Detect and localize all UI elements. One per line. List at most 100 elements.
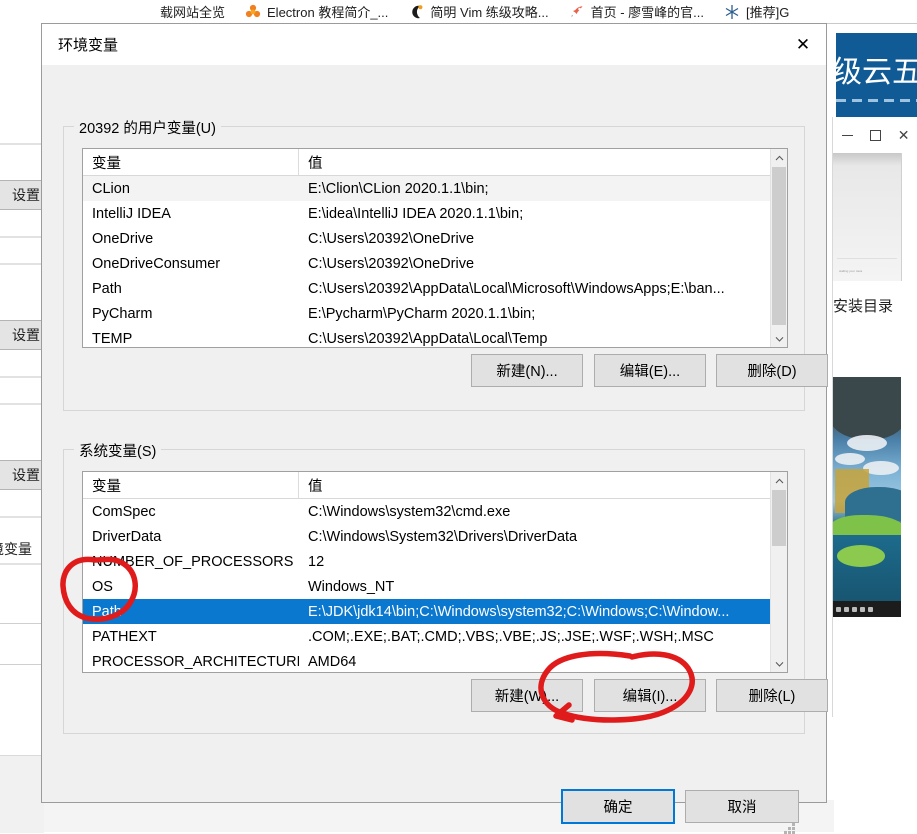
table-row[interactable]: DriverData C:\Windows\System32\Drivers\D… [83,524,787,549]
cell-variable: PyCharm [92,305,153,322]
promo-banner[interactable]: 级云五折 [836,33,917,117]
bg-settings-button-1[interactable]: 设置 [0,180,44,210]
button-label: 新建(N)... [496,364,558,380]
maximize-icon[interactable] [869,129,881,141]
column-header-variable[interactable]: 变量 [83,472,299,498]
cell-value: E:\JDK\jdk14\bin;C:\Windows\system32;C:\… [308,603,730,620]
scrollbar-thumb[interactable] [772,167,786,325]
system-variables-table[interactable]: 变量 值 ComSpec C:\Windows\system32\cmd.exe… [82,471,788,673]
bookmark-item-2[interactable]: 简明 Vim 练级攻略... [398,2,558,21]
toolbar-dot [836,606,841,612]
new-system-variable-button[interactable]: 新建(W)... [471,679,583,712]
chevron-up-icon[interactable] [771,472,787,489]
user-variables-group: 20392 的用户变量(U) 变量 值 CLion E:\Clion\CLion… [63,117,828,411]
chevron-up-icon[interactable] [771,149,787,166]
column-header-value[interactable]: 值 [299,472,787,498]
bookmark-item-0[interactable]: 载网站全览 [0,2,235,21]
vertical-scrollbar[interactable] [770,149,787,347]
cell-variable: Path [92,280,122,297]
table-row[interactable]: PATHEXT .COM;.EXE;.BAT;.CMD;.VBS;.VBE;.J… [83,624,787,649]
bookmark-item-3[interactable]: 首页 - 廖雪峰的官... [559,2,714,21]
cell-value: C:\Windows\System32\Drivers\DriverData [308,528,578,545]
bg-settings-button-3[interactable]: 设置 [0,460,44,490]
cell-variable: TEMP [92,330,133,347]
delete-user-variable-button[interactable]: 删除(D) [716,354,828,387]
cell-value: E:\Clion\CLion 2020.1.1\bin; [308,180,489,197]
bg-divider [0,376,44,378]
picture-cloud [847,435,887,451]
bookmark-label: 载网站全览 [160,5,226,20]
cell-value: C:\Users\20392\OneDrive [308,230,475,247]
button-label: 新建(W)... [494,689,560,705]
toolbar-dot [844,606,849,612]
bg-settings-button-2[interactable]: 设置 [0,320,44,350]
table-row[interactable]: PyCharm E:\Pycharm\PyCharm 2020.1.1\bin; [83,301,787,326]
cell-value: C:\Windows\system32\cmd.exe [308,503,511,520]
cell-variable: ComSpec [92,503,156,520]
close-icon[interactable]: ✕ [898,127,910,144]
column-header-variable[interactable]: 变量 [83,149,299,175]
resize-grip[interactable] [784,823,795,834]
bg-settings-label: 设置 [12,327,40,343]
background-left-pane: 设置 设置 设置 境变量 [0,23,45,813]
thumb-divider [837,258,897,259]
bg-empty-field[interactable] [0,623,44,665]
picture-dark-clouds [833,377,901,439]
rocket-icon [569,4,585,20]
table-row[interactable]: CLion E:\Clion\CLion 2020.1.1\bin; [83,176,787,201]
environment-variables-dialog: 环境变量 ✕ 20392 的用户变量(U) 变量 值 CLion E:\Clio… [41,23,828,834]
cell-value: C:\Users\20392\AppData\Local\Microsoft\W… [308,280,725,297]
installer-thumbnail: stalling your Java [833,153,902,281]
bookmark-label: [推荐]G [746,5,790,20]
close-icon[interactable]: ✕ [780,24,826,65]
new-user-variable-button[interactable]: 新建(N)... [471,354,583,387]
table-row[interactable]: Path C:\Users\20392\AppData\Local\Micros… [83,276,787,301]
cell-variable: IntelliJ IDEA [92,205,171,222]
cell-variable: PATHEXT [92,628,157,645]
scrollbar-thumb[interactable] [772,490,786,546]
chevron-down-icon[interactable] [771,330,787,347]
table-row[interactable]: OS Windows_NT [83,574,787,599]
edit-system-variable-button[interactable]: 编辑(I)... [594,679,706,712]
dialog-title: 环境变量 [58,37,119,54]
browser-bookmarks-bar[interactable]: 载网站全览 Electron 教程简介_... 简明 Vim 练级攻略... 首… [0,0,917,24]
table-row[interactable]: ComSpec C:\Windows\system32\cmd.exe [83,499,787,524]
cell-value: AMD64 [308,653,357,670]
toolbar-dot [852,606,857,612]
minimize-icon[interactable] [841,134,853,136]
picture-toolbar[interactable] [833,601,901,617]
bookmark-item-1[interactable]: Electron 教程简介_... [235,2,398,21]
table-row[interactable]: NUMBER_OF_PROCESSORS 12 [83,549,787,574]
cell-variable: OneDriveConsumer [92,255,221,272]
cell-variable: OneDrive [92,230,154,247]
bg-settings-label: 设置 [12,187,40,203]
bg-divider [0,563,44,565]
delete-system-variable-button[interactable]: 删除(L) [716,679,828,712]
vertical-scrollbar[interactable] [770,472,787,672]
moon-dark-icon [408,4,424,20]
edit-user-variable-button[interactable]: 编辑(E)... [594,354,706,387]
table-body: CLion E:\Clion\CLion 2020.1.1\bin; Intel… [83,176,787,347]
ok-button[interactable]: 确定 [561,789,675,824]
table-row[interactable]: PROCESSOR_ARCHITECTURE AMD64 [83,649,787,672]
column-header-value[interactable]: 值 [299,149,787,175]
cancel-button[interactable]: 取消 [685,790,799,823]
table-row[interactable]: TEMP C:\Users\20392\AppData\Local\Temp [83,326,787,347]
table-row-selected[interactable]: Path E:\JDK\jdk14\bin;C:\Windows\system3… [83,599,787,624]
bookmark-label: 简明 Vim 练级攻略... [430,5,549,20]
cell-variable: CLion [92,180,130,197]
bg-env-var-text: 境变量 [0,541,32,557]
table-row[interactable]: IntelliJ IDEA E:\idea\IntelliJ IDEA 2020… [83,201,787,226]
thumb-caption: stalling your Java [839,269,863,273]
bookmark-item-4[interactable]: [推荐]G [714,2,799,21]
window-controls[interactable]: ✕ [833,117,917,153]
dialog-title-bar[interactable]: 环境变量 ✕ [42,24,826,66]
toolbar-dot [868,606,873,612]
button-label: 取消 [727,800,757,816]
user-variables-table[interactable]: 变量 值 CLion E:\Clion\CLion 2020.1.1\bin; … [82,148,788,348]
table-row[interactable]: OneDrive C:\Users\20392\OneDrive [83,226,787,251]
chevron-down-icon[interactable] [771,655,787,672]
table-row[interactable]: OneDriveConsumer C:\Users\20392\OneDrive [83,251,787,276]
user-variables-legend: 20392 的用户变量(U) [74,117,221,138]
cell-value: 12 [308,553,325,570]
